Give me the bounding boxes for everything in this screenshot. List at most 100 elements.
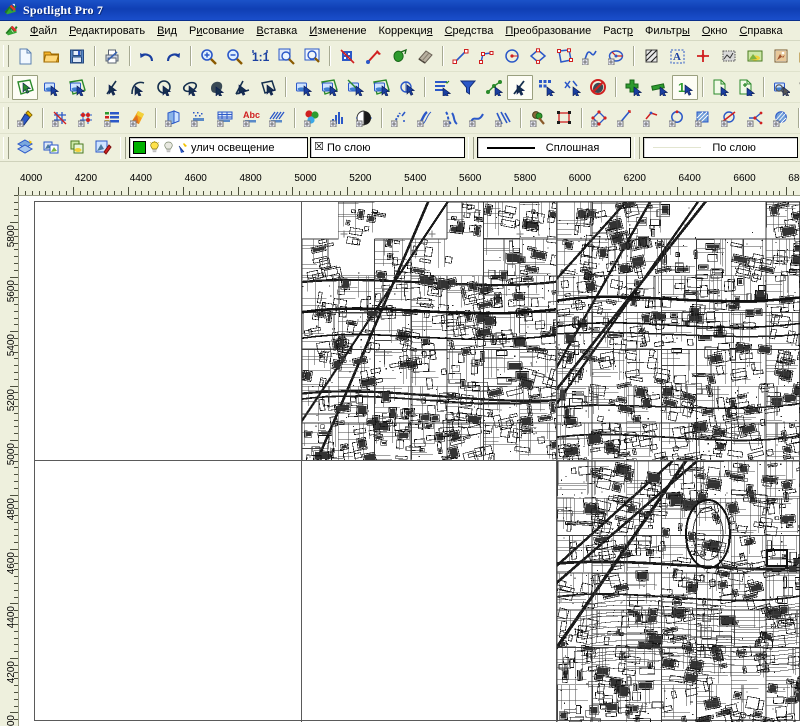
lock-open-icon[interactable]: [177, 141, 188, 154]
raster-zoom-area-icon[interactable]: [794, 75, 800, 100]
drawing-page[interactable]: [34, 201, 800, 722]
pick-blob-icon[interactable]: [203, 75, 229, 100]
layer-props-icon[interactable]: [90, 135, 116, 160]
raster-net-icon[interactable]: [47, 106, 73, 131]
draw-polyline-icon[interactable]: [473, 44, 499, 69]
toolbar-grip[interactable]: [3, 136, 9, 159]
image-insert-icon[interactable]: [742, 44, 768, 69]
toolbar-grip[interactable]: [3, 45, 9, 67]
menu-item-5[interactable]: Изменение: [303, 23, 372, 39]
raster-table-icon[interactable]: [212, 106, 238, 131]
deselect-all-icon[interactable]: [585, 75, 611, 100]
layers-icon[interactable]: [12, 135, 38, 160]
zoom-actual-1to1-icon[interactable]: 1:1: [247, 44, 273, 69]
toolbar-grip[interactable]: [120, 136, 126, 159]
smooth-icon[interactable]: [464, 106, 490, 131]
menu-item-6[interactable]: Коррекция: [372, 23, 438, 39]
pick-arc-icon[interactable]: [125, 75, 151, 100]
pick-ellipse-icon[interactable]: [177, 75, 203, 100]
select-window-icon[interactable]: [290, 75, 316, 100]
toolbar-grip[interactable]: [3, 76, 9, 98]
raster-zoom-select-icon[interactable]: [768, 75, 794, 100]
select-segment-icon[interactable]: [507, 74, 533, 100]
snap-corner-icon[interactable]: [638, 106, 664, 131]
hatch-icon[interactable]: [638, 44, 664, 69]
snap-line-icon[interactable]: [612, 106, 638, 131]
select-crossing-icon[interactable]: [316, 75, 342, 100]
raster-dither-icon[interactable]: [186, 106, 212, 131]
zoom-extents-icon[interactable]: [299, 44, 325, 69]
histogram-icon[interactable]: [325, 106, 351, 131]
layer-copy-icon[interactable]: [64, 135, 90, 160]
save-disk-icon[interactable]: [64, 44, 90, 69]
page-add-icon[interactable]: [733, 75, 759, 100]
fill-holes-icon[interactable]: [438, 106, 464, 131]
raster-block-icon[interactable]: [716, 44, 742, 69]
raster-layers-list-icon[interactable]: [99, 106, 125, 131]
pick-polygon-icon[interactable]: [255, 75, 281, 100]
snap-branch-icon[interactable]: [742, 106, 768, 131]
layer-state-icon[interactable]: [38, 135, 64, 160]
toolbar-grip[interactable]: [467, 136, 474, 159]
select-group-icon[interactable]: [533, 75, 559, 100]
filter-funnel-icon[interactable]: [455, 75, 481, 100]
draw-spline-icon[interactable]: [577, 44, 603, 69]
undo-arrow-icon[interactable]: [134, 44, 160, 69]
new-document-icon[interactable]: [12, 44, 38, 69]
zoom-in-icon[interactable]: [195, 44, 221, 69]
eraser-icon[interactable]: [412, 44, 438, 69]
select-single-icon[interactable]: 1: [672, 74, 698, 100]
page-select-icon[interactable]: [707, 75, 733, 100]
erode-icon[interactable]: [490, 106, 516, 131]
menu-item-10[interactable]: Фильтры: [639, 23, 696, 39]
menu-item-12[interactable]: Справка: [733, 23, 788, 39]
select-filter-list-icon[interactable]: [429, 75, 455, 100]
draw-rhombus-icon[interactable]: [525, 44, 551, 69]
point-marker-icon[interactable]: [690, 44, 716, 69]
drawing-canvas[interactable]: [19, 196, 800, 726]
select-fence-icon[interactable]: [342, 75, 368, 100]
despeckle-icon[interactable]: [386, 106, 412, 131]
pick-line-icon[interactable]: [99, 75, 125, 100]
raster-3d-icon[interactable]: [160, 106, 186, 131]
add-to-selection-icon[interactable]: [620, 75, 646, 100]
lineweight-combo[interactable]: По слою: [643, 137, 799, 158]
linetype-combo[interactable]: Сплошная: [476, 137, 632, 158]
snap-area-icon[interactable]: [690, 106, 716, 131]
snap-node-icon[interactable]: [586, 106, 612, 131]
snap-circle-icon[interactable]: [664, 106, 690, 131]
select-raster-icon[interactable]: [38, 75, 64, 100]
image-open-icon[interactable]: [794, 44, 800, 69]
zoom-window-icon[interactable]: [273, 44, 299, 69]
raster-hatch-icon[interactable]: [264, 106, 290, 131]
raster-select-icon[interactable]: [334, 44, 360, 69]
vector-tool-icon[interactable]: [360, 44, 386, 69]
fill-bucket-icon[interactable]: [386, 44, 412, 69]
contrast-icon[interactable]: [351, 106, 377, 131]
transform-frame-icon[interactable]: [551, 106, 577, 131]
menu-app-icon[interactable]: [4, 24, 19, 38]
select-circle-icon[interactable]: [394, 75, 420, 100]
menu-item-3[interactable]: Рисование: [183, 23, 250, 39]
raster-palette-icon[interactable]: [125, 106, 151, 131]
menu-item-9[interactable]: Растр: [597, 23, 639, 39]
redo-arrow-icon[interactable]: [160, 44, 186, 69]
draw-pie-icon[interactable]: [603, 44, 629, 69]
raster-abc-icon[interactable]: Abc: [238, 106, 264, 131]
snap-intersect-icon[interactable]: [716, 106, 742, 131]
vertical-ruler[interactable]: 5800560054005200500048004600440042004000: [0, 195, 19, 726]
print-icon[interactable]: [99, 44, 125, 69]
select-similar-icon[interactable]: [559, 75, 585, 100]
menu-item-11[interactable]: Окно: [696, 23, 734, 39]
lightbulb-off-icon[interactable]: [163, 141, 174, 154]
draw-polygon-icon[interactable]: [551, 44, 577, 69]
menu-item-0[interactable]: Файл: [24, 23, 63, 39]
toolbar-grip[interactable]: [3, 107, 9, 129]
menu-item-2[interactable]: Вид: [151, 23, 183, 39]
menu-item-4[interactable]: Вставка: [250, 23, 303, 39]
thinning-icon[interactable]: [412, 106, 438, 131]
raster-edit-icon[interactable]: [12, 106, 38, 131]
menu-item-7[interactable]: Средства: [439, 23, 500, 39]
image-props-icon[interactable]: [768, 44, 794, 69]
lightbulb-on-icon[interactable]: [149, 141, 160, 154]
